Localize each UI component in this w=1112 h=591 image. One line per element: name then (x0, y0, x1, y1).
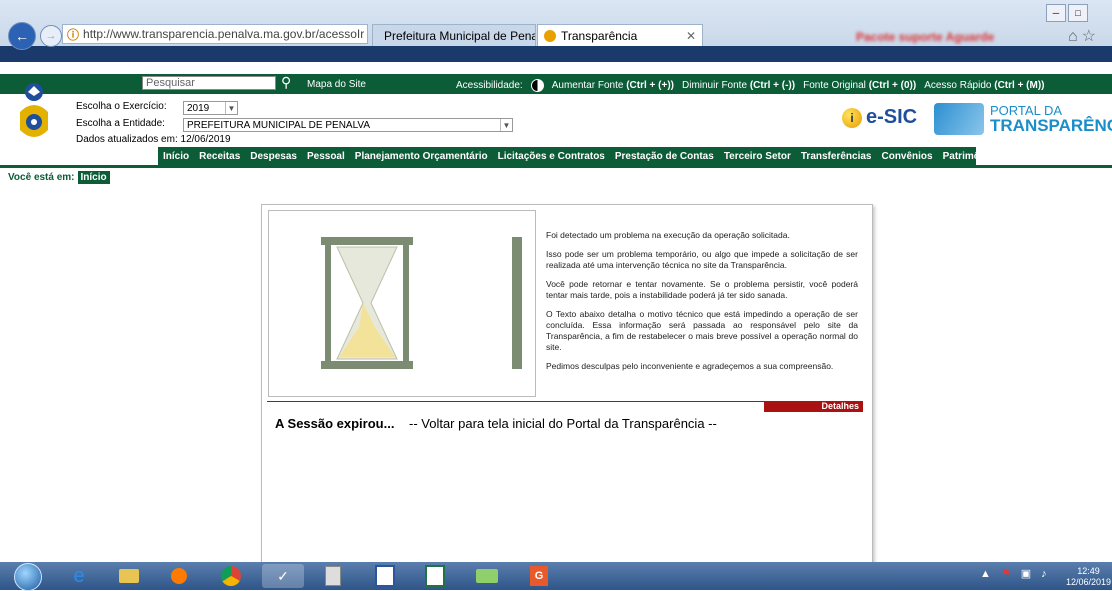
chevron-down-icon: ▼ (225, 102, 237, 114)
error-paragraph: Pedimos desculpas pelo inconveniente e a… (546, 361, 834, 371)
tab-label: Prefeitura Municipal de Penalva (384, 28, 535, 43)
menu-despesas[interactable]: Despesas (245, 151, 302, 162)
address-url: http://www.transparencia.penalva.ma.gov.… (83, 27, 365, 41)
maximize-icon[interactable]: □ (1068, 4, 1088, 22)
tray-up-icon[interactable]: ▲ (980, 568, 991, 580)
flag-icon[interactable]: ⚑ (1001, 567, 1011, 580)
system-clock[interactable]: 12:49 12/06/2019 (1066, 566, 1111, 588)
portal-line2: TRANSPARÊNCIA (990, 116, 1112, 135)
entity-select[interactable]: PREFEITURA MUNICIPAL DE PENALVA ▼ (183, 118, 513, 132)
hourglass-image (268, 210, 536, 397)
session-expired-text: A Sessão expirou... (275, 416, 395, 431)
search-input[interactable]: Pesquisar (142, 76, 276, 90)
menu-convenios[interactable]: Convênios (876, 151, 937, 162)
esic-logo[interactable]: i e-SIC (842, 106, 917, 129)
word-icon[interactable] (364, 564, 406, 588)
media-player-icon[interactable] (158, 564, 200, 588)
menu-transferencias[interactable]: Transferências (796, 151, 877, 162)
favorites-icon[interactable]: ☆ (1082, 28, 1100, 45)
chrome-icon[interactable] (210, 564, 252, 588)
breadcrumb-link-inicio[interactable]: Início (77, 171, 110, 184)
breadcrumb-label: Você está em: (8, 172, 75, 183)
people-icon (934, 103, 984, 135)
search-icon[interactable]: ⚲ (281, 74, 291, 91)
error-paragraph: Você pode retornar e tentar novamente. S… (546, 279, 858, 300)
entity-label: Escolha a Entidade: (76, 118, 165, 129)
menu-receitas[interactable]: Receitas (194, 151, 245, 162)
menu-planejamento[interactable]: Planejamento Orçamentário (350, 151, 493, 162)
forward-button[interactable]: → (40, 25, 62, 47)
explorer-folder-icon[interactable] (108, 564, 150, 588)
clock-time: 12:49 (1077, 566, 1100, 576)
blurred-banner-text: Pacote suporte Aguarde (856, 30, 995, 44)
portal-transparencia-logo[interactable]: PORTAL DA TRANSPARÊNCIA (934, 103, 1112, 135)
menu-divider (0, 165, 1112, 168)
tab-prefeitura[interactable]: Prefeitura Municipal de Penalva (372, 24, 536, 46)
municipal-logo (20, 83, 48, 137)
error-paragraph: Foi detectado um problema na execução da… (546, 230, 790, 240)
volume-icon[interactable]: ♪ (1041, 568, 1047, 580)
close-tab-icon[interactable]: ✕ (686, 29, 696, 43)
error-paragraph: O Texto abaixo detalha o motivo técnico … (546, 309, 858, 352)
network-status-icon[interactable]: ▣ (1021, 567, 1031, 580)
error-paragraph: Isso pode ser um problema temporário, ou… (546, 249, 858, 270)
browser-toolbar-icons: ⌂☆ (1068, 26, 1100, 46)
calculator-icon[interactable] (312, 564, 354, 588)
breadcrumb: Você está em: Início (8, 171, 110, 184)
exercise-label: Escolha o Exercício: (76, 101, 167, 112)
address-bar[interactable]: ⓘ http://www.transparencia.penalva.ma.go… (62, 24, 368, 44)
back-to-portal-link[interactable]: -- Voltar para tela inicial do Portal da… (409, 416, 717, 431)
clock-date: 12/06/2019 (1066, 577, 1112, 587)
site-map-link[interactable]: Mapa do Site (307, 79, 366, 90)
info-icon: i (842, 107, 862, 128)
network-icon[interactable] (466, 564, 508, 588)
menu-prestacao[interactable]: Prestação de Contas (610, 151, 719, 162)
font-decrease-link[interactable]: Diminuir Fonte (Ctrl + (-)) (682, 80, 795, 91)
window-controls: ─ □ (1046, 4, 1088, 22)
paint-icon[interactable]: ✓ (262, 564, 304, 588)
menu-acesso-informacao[interactable]: Acesso à Informação (1000, 151, 1111, 162)
quick-access-link[interactable]: Acesso Rápido (Ctrl + (M)) (924, 80, 1044, 91)
error-message: Foi detectado um problema na execução da… (546, 230, 858, 380)
font-original-link[interactable]: Fonte Original (Ctrl + (0)) (803, 80, 916, 91)
tab-transparencia[interactable]: Transparência ✕ (537, 24, 703, 46)
excel-icon[interactable] (414, 564, 456, 588)
menu-pessoal[interactable]: Pessoal (302, 151, 350, 162)
chevron-down-icon: ▼ (500, 119, 512, 131)
contrast-icon[interactable] (530, 79, 544, 92)
main-menu: Início Receitas Despesas Pessoal Planeja… (158, 147, 1105, 165)
exercise-select[interactable]: 2019 ▼ (183, 101, 238, 115)
entity-value: PREFEITURA MUNICIPAL DE PENALVA (187, 119, 371, 131)
esic-label: e-SIC (866, 106, 918, 128)
system-tray: ▲ ⚑ ▣ ♪ (980, 567, 1047, 581)
site-info-icon[interactable]: ⓘ (67, 26, 79, 43)
details-tab[interactable]: Detalhes (764, 401, 863, 412)
page-top-strip (0, 46, 1112, 62)
updated-date: Dados atualizados em: 12/06/2019 (76, 134, 231, 145)
exercise-value: 2019 (187, 102, 210, 114)
pdf-tool-icon[interactable]: G (518, 564, 560, 588)
home-icon[interactable]: ⌂ (1068, 28, 1082, 45)
font-increase-link[interactable]: Aumentar Fonte (Ctrl + (+)) (552, 80, 674, 91)
accessibility-label: Acessibilidade: (456, 80, 523, 91)
tab-label: Transparência (561, 28, 638, 43)
menu-patrimonio[interactable]: Patrimônio (938, 151, 1000, 162)
accessibility-bar: Acessibilidade: Aumentar Fonte (Ctrl + (… (456, 79, 1045, 92)
start-button[interactable] (14, 563, 42, 591)
minimize-icon[interactable]: ─ (1046, 4, 1066, 22)
menu-inicio[interactable]: Início (158, 151, 194, 162)
menu-licitacoes[interactable]: Licitações e Contratos (493, 151, 610, 162)
page-icon (544, 29, 556, 42)
back-button[interactable]: ← (8, 22, 36, 50)
menu-terceiro-setor[interactable]: Terceiro Setor (719, 151, 796, 162)
ie-icon[interactable]: e (58, 564, 100, 588)
hourglass-icon (321, 237, 522, 369)
